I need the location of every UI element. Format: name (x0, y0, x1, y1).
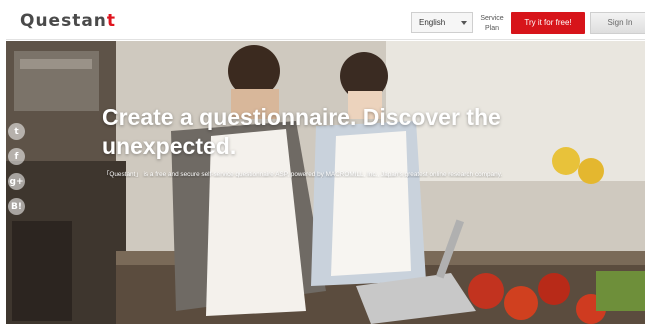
hero-photo (6, 41, 645, 324)
language-select[interactable]: English (411, 12, 473, 33)
logo-text: Questan (20, 11, 107, 31)
try-for-free-button[interactable]: Try it for free! (511, 12, 585, 34)
service-plan-link[interactable]: Service Plan (477, 14, 507, 34)
logo-accent-letter: t (106, 11, 117, 31)
language-select-value: English (419, 18, 446, 27)
hero-subtitle: 「Questant」 is a free and secure self-ser… (103, 171, 503, 178)
questant-logo[interactable]: Questant (20, 11, 116, 31)
hero-title: Create a questionnaire. Discover the une… (102, 104, 501, 159)
service-plan-line1: Service (480, 15, 504, 22)
service-plan-line2: Plan (484, 25, 499, 32)
hatena-bookmark-icon[interactable]: B! (8, 198, 25, 215)
chevron-down-icon (461, 21, 467, 25)
sign-in-button[interactable]: Sign In (590, 12, 645, 34)
social-share-bar: t f g+ B! (8, 123, 28, 223)
facebook-icon[interactable]: f (8, 148, 25, 165)
twitter-icon[interactable]: t (8, 123, 25, 140)
google-plus-icon[interactable]: g+ (8, 173, 25, 190)
site-header: Questant English Service Plan Try it for… (6, 6, 645, 40)
hero-banner: t f g+ B! Create a questionnaire. Discov… (6, 41, 645, 324)
